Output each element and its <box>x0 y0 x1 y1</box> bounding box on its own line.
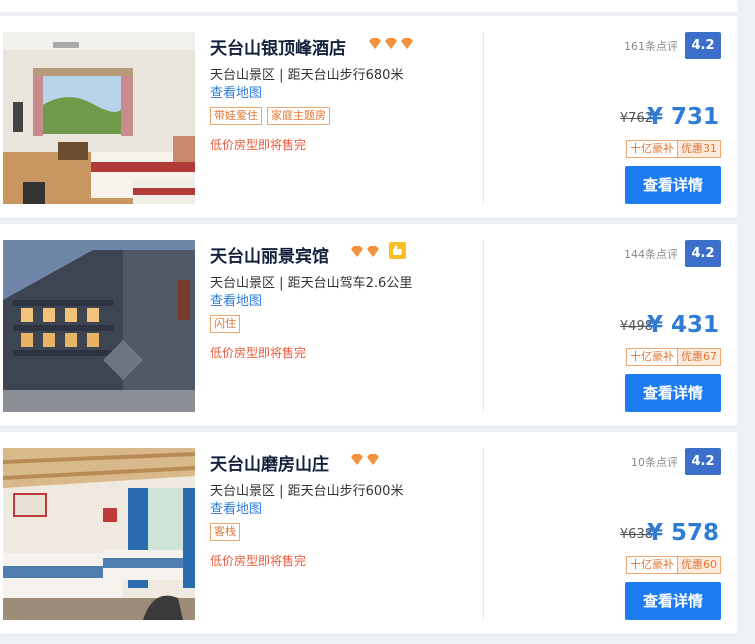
view-details-button[interactable]: 查看详情 <box>625 374 721 412</box>
diamond-icon <box>351 246 379 257</box>
promo-discount: 优惠31 <box>678 140 721 158</box>
promo-label: 十亿豪补 <box>626 556 678 574</box>
selling-out-notice: 低价房型即将售完 <box>210 346 307 360</box>
tag-badge: 闪住 <box>210 315 240 333</box>
hotel-photo[interactable] <box>3 240 195 412</box>
hotel-location: 天台山景区 | 距天台山步行680米 <box>210 68 404 83</box>
tag-list: 客栈 <box>210 523 240 541</box>
tag-badge: 客栈 <box>210 523 240 541</box>
previous-card-edge <box>0 0 737 12</box>
hotel-photo[interactable] <box>3 32 195 204</box>
promo-badge: 十亿豪补 优惠31 <box>626 140 721 158</box>
hotel-card[interactable]: 天台山银顶峰酒店 天台山景区 | 距天台山步行680米 查看地图 带娃爱住 家庭… <box>0 16 737 218</box>
hotel-room-image <box>3 32 195 204</box>
diamond-rating <box>368 37 416 51</box>
current-price: ¥ 578 <box>646 520 719 546</box>
hotel-name[interactable]: 天台山磨房山庄 <box>210 450 329 475</box>
current-price: ¥ 431 <box>646 312 719 338</box>
tag-list: 闪住 <box>210 315 240 333</box>
hotel-location: 天台山景区 | 距天台山驾车2.6公里 <box>210 276 413 291</box>
promo-label: 十亿豪补 <box>626 140 678 158</box>
review-count[interactable]: 161条点评 <box>624 38 678 54</box>
hotel-room-image <box>3 448 195 620</box>
view-details-button[interactable]: 查看详情 <box>625 166 721 204</box>
hotel-building-image <box>3 240 195 412</box>
diamond-icon <box>369 38 413 49</box>
hotel-photo[interactable] <box>3 448 195 620</box>
card-divider <box>483 32 484 204</box>
hotel-name[interactable]: 天台山丽景宾馆 <box>210 242 329 267</box>
review-count[interactable]: 144条点评 <box>624 246 678 262</box>
promo-label: 十亿豪补 <box>626 348 678 366</box>
review-count[interactable]: 10条点评 <box>631 454 678 470</box>
tag-badge: 带娃爱住 <box>210 107 262 125</box>
hotel-card[interactable]: 天台山丽景宾馆 天台山景区 | 距天台山驾车2.6公里 查看地图 闪住 低价房型… <box>0 224 737 426</box>
score-badge: 4.2 <box>685 448 721 475</box>
score-badge: 4.2 <box>685 32 721 59</box>
hotel-name[interactable]: 天台山银顶峰酒店 <box>210 34 346 59</box>
view-map-link[interactable]: 查看地图 <box>210 290 262 309</box>
hotel-location: 天台山景区 | 距天台山步行600米 <box>210 484 404 499</box>
view-details-button[interactable]: 查看详情 <box>625 582 721 620</box>
selling-out-notice: 低价房型即将售完 <box>210 138 307 152</box>
current-price: ¥ 731 <box>646 104 719 130</box>
promo-badge: 十亿豪补 优惠60 <box>626 556 721 574</box>
page-scroll-gutter[interactable] <box>737 0 755 644</box>
view-map-link[interactable]: 查看地图 <box>210 498 262 517</box>
promo-discount: 优惠67 <box>678 348 721 366</box>
diamond-rating <box>350 453 382 467</box>
selling-out-notice: 低价房型即将售完 <box>210 554 307 568</box>
promo-badge: 十亿豪补 优惠67 <box>626 348 721 366</box>
score-badge: 4.2 <box>685 240 721 267</box>
tag-badge: 家庭主题房 <box>267 107 330 125</box>
view-map-link[interactable]: 查看地图 <box>210 82 262 101</box>
card-divider <box>483 448 484 620</box>
tag-list: 带娃爱住 家庭主题房 <box>210 107 330 125</box>
promo-discount: 优惠60 <box>678 556 721 574</box>
diamond-icon <box>351 454 379 465</box>
diamond-rating <box>350 245 382 259</box>
hotel-card[interactable]: 天台山磨房山庄 天台山景区 | 距天台山步行600米 查看地图 客栈 低价房型即… <box>0 432 737 634</box>
thumbs-up-icon <box>389 242 406 259</box>
card-divider <box>483 240 484 412</box>
